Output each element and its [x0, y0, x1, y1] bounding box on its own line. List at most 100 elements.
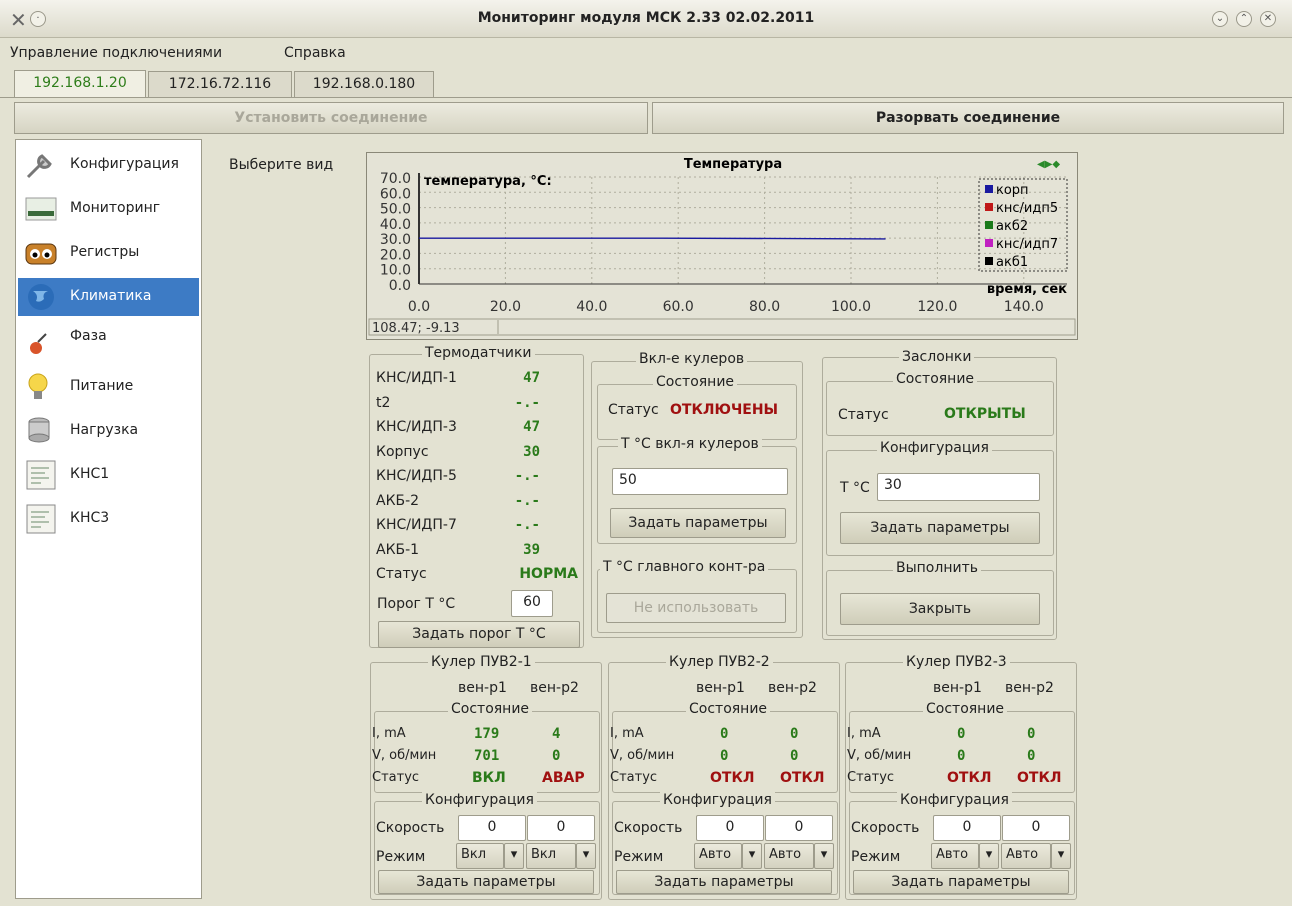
eyes-icon [25, 243, 57, 265]
coolers-state-title: Состояние [653, 374, 738, 390]
sidebar-item-phase[interactable]: Фаза [18, 324, 199, 362]
thermo-row-label: КНС/ИДП-3 [376, 419, 457, 435]
fan-set-params-button[interactable]: Задать параметры [616, 870, 832, 894]
view-label: Выберите вид [229, 157, 334, 173]
dampers-temp-input[interactable]: 30 [877, 473, 1040, 501]
x-tick-label: 80.0 [749, 299, 780, 315]
thermo-row-label: t2 [376, 394, 391, 411]
fan-speed-input-2[interactable]: 0 [527, 815, 595, 841]
legend-swatch [985, 185, 993, 193]
dampers-status-value: ОТКРЫТЫ [944, 406, 1026, 422]
fan-mode-select-2[interactable]: Вкл [526, 843, 576, 869]
main-controller-title: T °C главного конт-ра [600, 559, 769, 575]
sidebar-item-label: КНС3 [70, 510, 110, 526]
fan-speed-input-2[interactable]: 0 [765, 815, 833, 841]
sidebar-item-climate[interactable]: Климатика [18, 278, 199, 316]
fan-mode-arrow-2[interactable]: ▾ [814, 843, 834, 869]
fan-value-1: 0 [957, 748, 966, 764]
sidebar-item-kns3[interactable]: КНС3 [18, 500, 199, 538]
fan-set-params-button[interactable]: Задать параметры [853, 870, 1069, 894]
fan-title: Кулер ПУВ2-3 [903, 654, 1010, 670]
phase-icon [30, 333, 47, 354]
fan-mode-arrow-2[interactable]: ▾ [576, 843, 596, 869]
coolers-set-params-button[interactable]: Задать параметры [610, 508, 786, 538]
document-icon [26, 460, 56, 490]
dampers-state-title: Состояние [893, 371, 978, 387]
y-axis-label: температура, °C: [424, 174, 552, 189]
fan-row-label: V, об/мин [372, 748, 437, 763]
thermo-row: Корпус 30 [376, 444, 576, 466]
not-use-button[interactable]: Не использовать [606, 593, 786, 623]
fan-speed-input-1[interactable]: 0 [458, 815, 526, 841]
fan-speed-input-1[interactable]: 0 [933, 815, 1001, 841]
fan-speed-input-1[interactable]: 0 [696, 815, 764, 841]
thermo-row-label: Корпус [376, 443, 429, 460]
fan-row-label: Статус [372, 770, 420, 785]
menu-bar: Управление подключениями Справка [0, 38, 1292, 68]
sidebar-item-load[interactable]: Нагрузка [18, 412, 199, 450]
thermo-row-value: -.- [514, 468, 540, 484]
fan-mode-select-1[interactable]: Вкл [456, 843, 504, 869]
set-threshold-button[interactable]: Задать порог T °C [378, 621, 580, 648]
close-button[interactable]: ✕ [1260, 11, 1276, 27]
fan-speed-label: Скорость [614, 820, 683, 836]
sidebar-item-config[interactable]: Конфигурация [18, 146, 199, 184]
fan-mode-label: Режим [614, 849, 664, 865]
fan-mode-arrow-1[interactable]: ▾ [979, 843, 999, 869]
fan-mode-select-2[interactable]: Авто [764, 843, 814, 869]
coolers-temp-input[interactable]: 50 [612, 468, 788, 495]
dampers-set-params-button[interactable]: Задать параметры [840, 512, 1040, 544]
sidebar-item-label: КНС1 [70, 466, 110, 482]
thermo-row-value: 47 [523, 370, 540, 386]
fan-mode-select-2[interactable]: Авто [1001, 843, 1051, 869]
fan-state-title: Состояние [448, 701, 533, 717]
fan-mode-select-1[interactable]: Авто [931, 843, 979, 869]
menu-connections[interactable]: Управление подключениями [10, 45, 222, 61]
sidebar-item-registers[interactable]: Регистры [18, 234, 199, 272]
dampers-temp-label: T °C [840, 480, 870, 496]
x-tick-label: 60.0 [663, 299, 694, 315]
fan-row-label: Статус [610, 770, 658, 785]
fan-mode-arrow-2[interactable]: ▾ [1051, 843, 1071, 869]
sidebar-item-kns1[interactable]: КНС1 [18, 456, 199, 494]
chart-svg[interactable]: Температура ◀▶◆ 0.0 20.0 40.0 60.0 80.0 100.0 12… [367, 153, 1077, 339]
fan-mode-arrow-1[interactable]: ▾ [504, 843, 524, 869]
fan-speed-label: Скорость [851, 820, 920, 836]
fan-config-title: Конфигурация [660, 792, 775, 808]
y-tick-label: 30.0 [380, 232, 411, 248]
temperature-chart: Температура ◀▶◆ 0.0 20.0 40.0 60.0 80.0 100.0 12… [366, 152, 1078, 340]
thermo-row: КНС/ИДП-1 47 [376, 370, 576, 392]
disconnect-button[interactable]: Разорвать соединение [652, 102, 1284, 134]
close-dampers-button[interactable]: Закрыть [840, 593, 1040, 625]
threshold-label: Порог T °C [377, 596, 456, 612]
tab-host-3[interactable]: 192.168.0.180 [294, 71, 434, 97]
tab-host-1[interactable]: 192.168.1.20 [14, 70, 146, 98]
fan-set-params-button[interactable]: Задать параметры [378, 870, 594, 894]
sidebar-item-monitoring[interactable]: Мониторинг [18, 190, 199, 228]
sidebar-item-label: Конфигурация [70, 156, 179, 172]
legend-swatch [985, 239, 993, 247]
legend-label: акб2 [996, 219, 1028, 234]
dampers-title: Заслонки [899, 349, 975, 365]
fan-speed-input-2[interactable]: 0 [1002, 815, 1070, 841]
fan-value-2: 0 [1027, 748, 1036, 764]
maximize-button[interactable]: ⌃ [1236, 11, 1252, 27]
thermo-row: t2 -.- [376, 395, 576, 417]
threshold-input[interactable]: 60 [511, 590, 553, 617]
sidebar-item-label: Питание [70, 378, 134, 394]
menu-help[interactable]: Справка [284, 45, 346, 61]
thermosensors-title: Термодатчики [422, 345, 535, 361]
fan-col1-header: вен-р1 [458, 680, 507, 696]
sidebar-item-label: Мониторинг [70, 200, 161, 216]
fan-value-2: 0 [552, 748, 561, 764]
fan-mode-label: Режим [851, 849, 901, 865]
thermo-row-value: -.- [514, 394, 540, 411]
fan-mode-arrow-1[interactable]: ▾ [742, 843, 762, 869]
board-icon [25, 197, 57, 221]
minimize-button[interactable]: ⌄ [1212, 11, 1228, 27]
fan-mode-select-1[interactable]: Авто [694, 843, 742, 869]
x-tick-label: 120.0 [917, 299, 957, 315]
sidebar-item-power[interactable]: Питание [18, 368, 199, 406]
connect-button[interactable]: Установить соединение [14, 102, 648, 134]
tab-host-2[interactable]: 172.16.72.116 [148, 71, 292, 97]
